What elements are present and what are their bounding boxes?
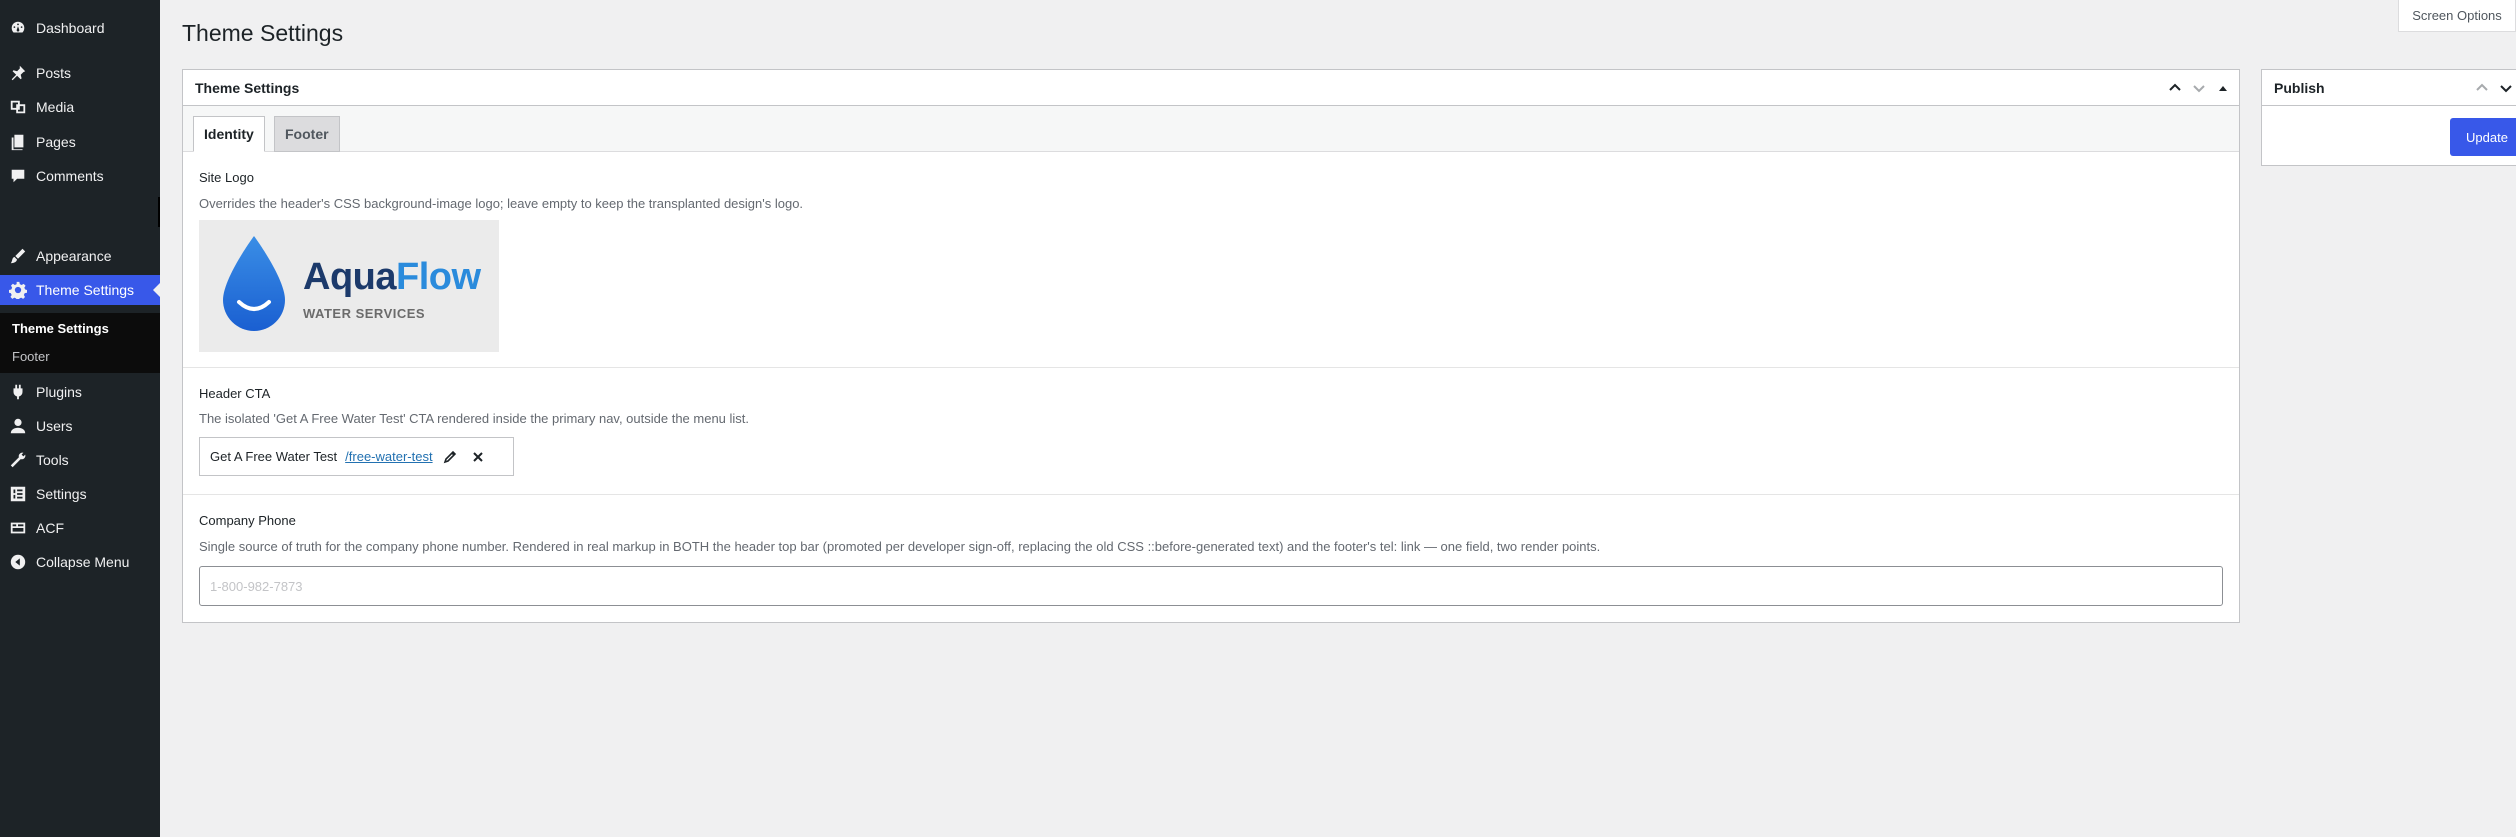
submenu-item-footer[interactable]: Footer <box>12 349 50 364</box>
move-up-button[interactable] <box>2165 78 2185 98</box>
tabs-bar: Identity Footer <box>183 106 2239 152</box>
sidebar-item-plugins[interactable]: Plugins <box>0 377 160 407</box>
remove-link-button[interactable] <box>467 446 489 468</box>
brush-icon <box>8 246 28 266</box>
sliders-icon <box>8 484 28 504</box>
chevron-up-icon <box>2169 83 2181 91</box>
dashboard-icon <box>8 18 28 38</box>
publish-postbox: Publish Update <box>2261 69 2516 166</box>
collapse-icon <box>8 552 28 572</box>
link-title: Get A Free Water Test <box>210 449 338 464</box>
logo-wordmark: AquaFlow <box>303 256 481 298</box>
link-url[interactable]: /free-water-test <box>345 449 432 464</box>
theme-settings-submenu: Theme Settings Footer <box>0 313 160 373</box>
sidebar-item-theme-settings[interactable]: Theme Settings <box>0 275 161 305</box>
caret-up-icon <box>2219 86 2227 91</box>
site-logo-label: Site Logo <box>199 170 254 185</box>
user-icon <box>8 416 28 436</box>
postbox-header: Publish <box>2262 70 2516 106</box>
media-icon <box>8 97 28 117</box>
chevron-up-icon <box>2476 83 2488 91</box>
sidebar-item-label: Media <box>36 99 75 115</box>
pencil-icon <box>443 450 456 463</box>
postbox-title: Publish <box>2274 79 2325 96</box>
acf-icon <box>8 518 28 538</box>
sidebar-item-label: Tools <box>36 452 69 468</box>
sidebar-item-dashboard[interactable]: Dashboard <box>0 13 160 43</box>
wrench-icon <box>8 450 28 470</box>
sidebar-item-posts[interactable]: Posts <box>0 58 160 88</box>
toggle-panel-button[interactable] <box>2213 78 2233 98</box>
sidebar-item-media[interactable]: Media <box>0 92 160 122</box>
submenu-item-theme-settings[interactable]: Theme Settings <box>12 321 109 336</box>
close-icon <box>472 451 483 462</box>
sidebar-item-label: Posts <box>36 65 72 81</box>
sidebar-item-label: Users <box>36 418 73 434</box>
company-phone-field: Company Phone Single source of truth for… <box>183 495 2239 624</box>
tab-footer[interactable]: Footer <box>274 116 340 152</box>
move-down-button[interactable] <box>2496 78 2516 98</box>
move-up-button[interactable] <box>2472 78 2492 98</box>
tab-identity[interactable]: Identity <box>193 116 265 152</box>
chevron-down-icon <box>2193 85 2205 93</box>
postbox-actions <box>2165 70 2233 106</box>
pin-icon <box>8 63 28 83</box>
sidebar-item-label: Collapse Menu <box>36 554 130 570</box>
water-drop-icon <box>223 236 285 331</box>
company-phone-description: Single source of truth for the company p… <box>199 539 1601 554</box>
company-phone-input[interactable] <box>199 566 2223 606</box>
link-control: Get A Free Water Test /free-water-test <box>199 437 514 476</box>
sidebar-item-tools[interactable]: Tools <box>0 445 160 475</box>
header-cta-description: The isolated 'Get A Free Water Test' CTA… <box>199 411 750 426</box>
header-cta-label: Header CTA <box>199 386 271 401</box>
sidebar-item-label: Appearance <box>36 248 112 264</box>
comment-icon <box>8 166 28 186</box>
sidebar-item-settings[interactable]: Settings <box>0 479 160 509</box>
menu-separator <box>158 197 160 227</box>
sidebar-item-pages[interactable]: Pages <box>0 127 160 157</box>
sidebar-item-label: Plugins <box>36 384 82 400</box>
company-phone-label: Company Phone <box>199 513 296 528</box>
sidebar-item-collapse-menu[interactable]: Collapse Menu <box>0 547 160 577</box>
gear-icon <box>8 280 28 300</box>
sidebar-item-users[interactable]: Users <box>0 411 160 441</box>
site-logo-description: Overrides the header's CSS background-im… <box>199 196 804 211</box>
sidebar-item-label: Comments <box>36 168 104 184</box>
pages-icon <box>8 132 28 152</box>
site-logo-field: Site Logo Overrides the header's CSS bac… <box>183 152 2239 368</box>
move-down-button[interactable] <box>2189 78 2209 98</box>
sidebar-item-label: Dashboard <box>36 20 105 36</box>
chevron-down-icon <box>2500 85 2512 93</box>
logo-tagline: WATER SERVICES <box>303 306 426 321</box>
sidebar-item-appearance[interactable]: Appearance <box>0 241 160 271</box>
page-title: Theme Settings <box>182 20 344 46</box>
update-button[interactable]: Update <box>2450 118 2516 156</box>
postbox-header: Theme Settings <box>183 70 2239 106</box>
screen-options-button[interactable]: Screen Options <box>2398 0 2516 32</box>
plug-icon <box>8 382 28 402</box>
postbox-actions <box>2472 70 2516 106</box>
site-logo-preview[interactable]: AquaFlow WATER SERVICES <box>199 220 499 352</box>
sidebar-item-label: Theme Settings <box>36 282 135 298</box>
admin-sidebar: Dashboard Posts Media Pages Comments App… <box>0 0 161 837</box>
sidebar-item-label: Settings <box>36 486 87 502</box>
edit-link-button[interactable] <box>439 446 461 468</box>
header-cta-field: Header CTA The isolated 'Get A Free Wate… <box>183 368 2239 495</box>
sidebar-item-acf[interactable]: ACF <box>0 513 160 543</box>
sidebar-item-label: Pages <box>36 134 76 150</box>
sidebar-item-label: ACF <box>36 520 64 536</box>
theme-settings-postbox: Theme Settings Identity Footer Site Logo… <box>182 69 2240 623</box>
sidebar-item-comments[interactable]: Comments <box>0 161 160 191</box>
postbox-title: Theme Settings <box>195 79 300 96</box>
